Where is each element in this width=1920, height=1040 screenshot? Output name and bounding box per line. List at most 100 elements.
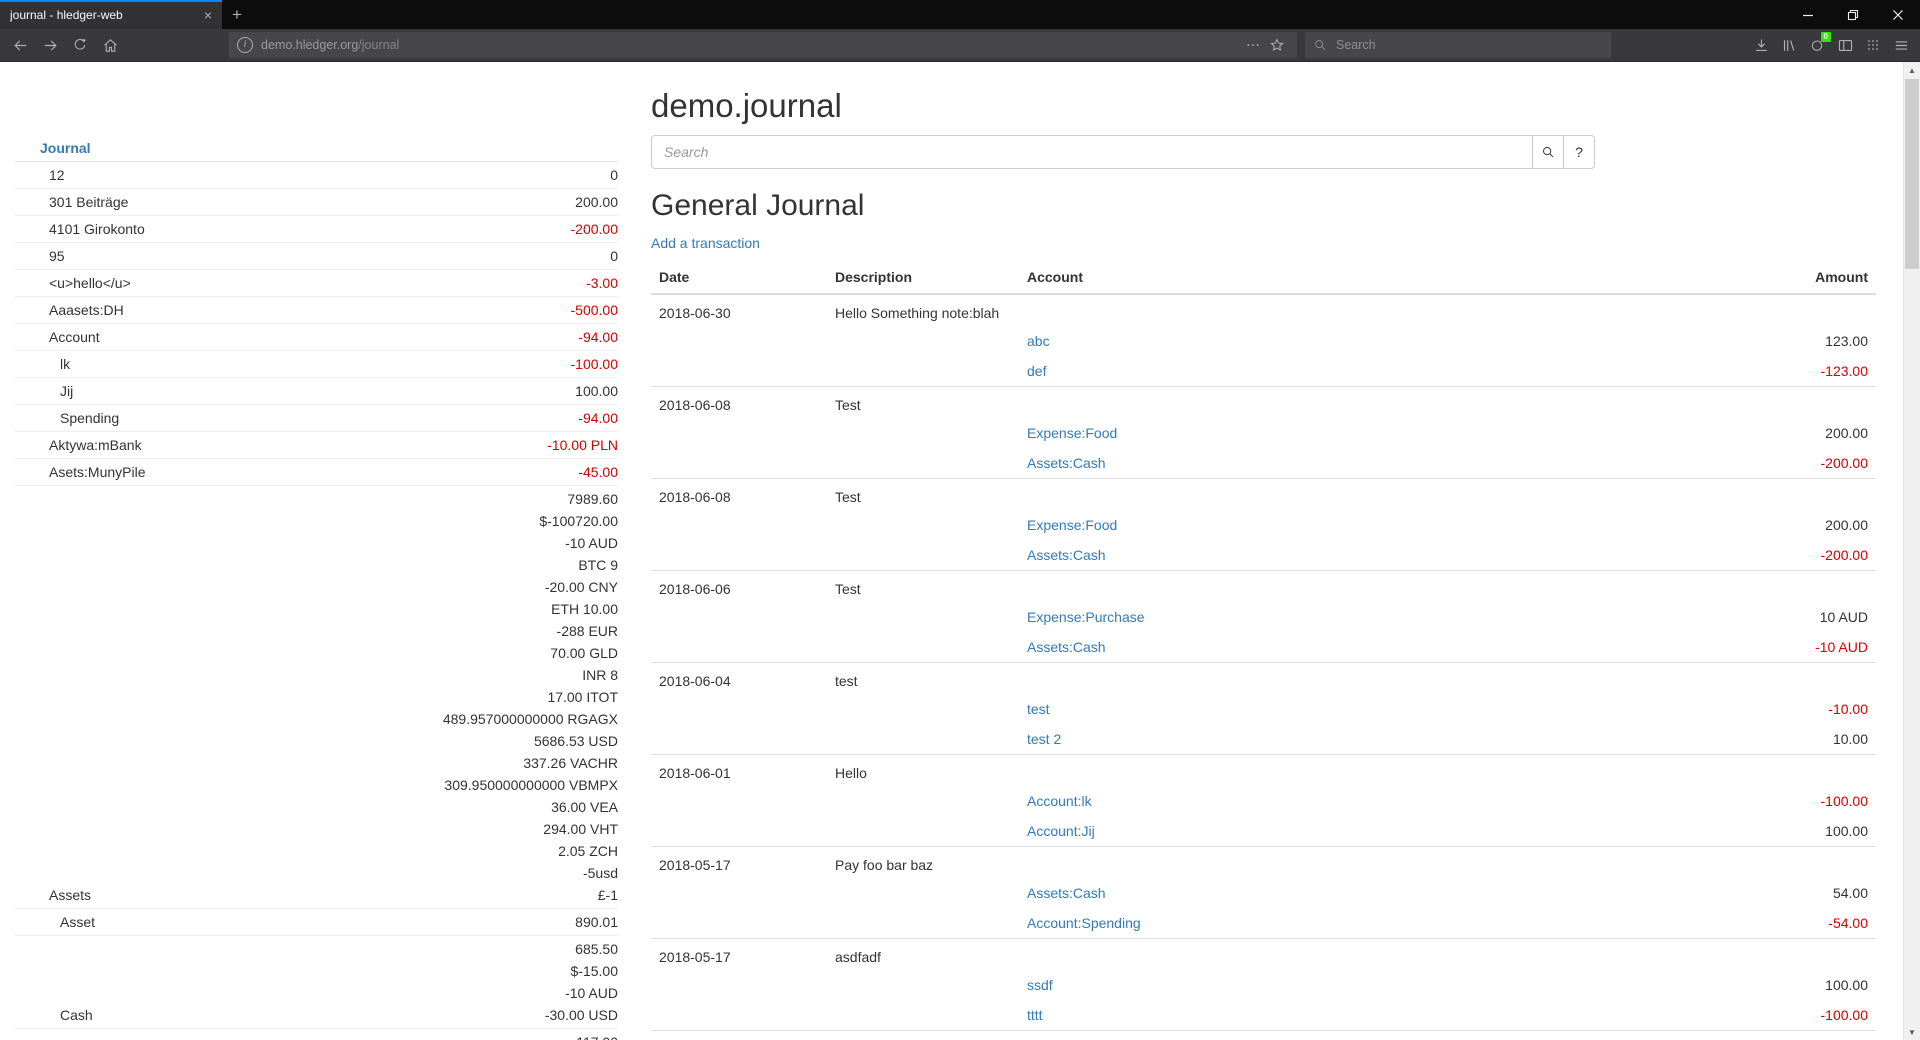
transaction[interactable]: 2018-06-06TestExpense:Purchase10 AUDAsse…: [651, 570, 1876, 662]
account-link[interactable]: Assets: [15, 884, 91, 906]
scrollbar-thumb[interactable]: [1905, 79, 1919, 269]
page-scrollbar[interactable]: ▲ ▼: [1903, 62, 1920, 1040]
balance-amount: 5686.53 USD: [443, 730, 618, 752]
account-balance: -500.00: [571, 299, 618, 321]
posting-account-link[interactable]: Expense:Purchase: [1027, 609, 1145, 625]
spacer: [1656, 855, 1876, 875]
extension-icon[interactable]: 0: [1803, 31, 1831, 59]
page-actions-icon[interactable]: [1241, 33, 1265, 57]
browser-search-bar[interactable]: [1305, 32, 1611, 58]
balance-amount: -45.00: [578, 461, 618, 483]
transaction[interactable]: 2018-05-17Test: [651, 1030, 1876, 1040]
transaction[interactable]: 2018-05-17Pay foo bar bazAssets:Cash54.0…: [651, 846, 1876, 938]
register-table: Date Description Account Amount 2018-06-…: [651, 261, 1876, 1040]
account-link[interactable]: 95: [15, 245, 65, 267]
posting-amount: 100.00: [1656, 975, 1876, 995]
posting-account-link[interactable]: Assets:Cash: [1027, 639, 1106, 655]
account-link[interactable]: Spending: [15, 407, 119, 429]
download-icon[interactable]: [1747, 31, 1775, 59]
posting-account-link[interactable]: ssdf: [1027, 977, 1053, 993]
forward-button[interactable]: [36, 31, 64, 59]
account-link[interactable]: Aktywa:mBank: [15, 434, 142, 456]
bookmark-star-icon[interactable]: [1265, 33, 1289, 57]
minimize-button[interactable]: [1785, 0, 1830, 29]
transaction[interactable]: 2018-06-30Hello Something note:blahabc12…: [651, 295, 1876, 386]
posting-account-link[interactable]: test 2: [1027, 731, 1061, 747]
add-transaction-link[interactable]: Add a transaction: [651, 235, 760, 251]
spacer: [827, 729, 1019, 749]
toolbar-icon-cluster: 0: [1747, 31, 1915, 59]
transaction-title-row: 2018-06-01Hello: [651, 755, 1876, 786]
library-icon[interactable]: [1775, 31, 1803, 59]
account-balance: 685.50$-15.00-10 AUD-30.00 USD: [545, 938, 618, 1026]
posting-account-link[interactable]: Assets:Cash: [1027, 885, 1106, 901]
tab-close-icon[interactable]: ×: [200, 8, 216, 22]
close-button[interactable]: [1875, 0, 1920, 29]
scrollbar-down-arrow[interactable]: ▼: [1904, 1024, 1920, 1040]
account-link[interactable]: Account: [15, 326, 100, 348]
posting-amount: 100.00: [1656, 821, 1876, 841]
posting-account-cell: Expense:Food: [1019, 423, 1656, 443]
account-link[interactable]: 12: [15, 164, 65, 186]
posting-account-link[interactable]: def: [1027, 363, 1046, 379]
balance-amount: -10 AUD: [443, 532, 618, 554]
column-header-account: Account: [1019, 267, 1656, 287]
account-link[interactable]: Aaasets:DH: [15, 299, 124, 321]
sidebar-journal-link[interactable]: Journal: [15, 137, 91, 159]
posting-account-link[interactable]: Expense:Food: [1027, 517, 1117, 533]
posting-account-link[interactable]: test: [1027, 701, 1050, 717]
posting-account-link[interactable]: tttt: [1027, 1007, 1043, 1023]
spacer: [1019, 671, 1656, 691]
balance-amount: $-15.00: [545, 960, 618, 982]
home-button[interactable]: [96, 31, 124, 59]
account-link[interactable]: lk: [15, 353, 70, 375]
posting-account-link[interactable]: Account:Spending: [1027, 915, 1141, 931]
account-link[interactable]: <u>hello</u>: [15, 272, 131, 294]
transaction[interactable]: 2018-06-08TestExpense:Food200.00Assets:C…: [651, 386, 1876, 478]
spacer: [1656, 303, 1876, 323]
browser-search-input[interactable]: [1334, 37, 1603, 53]
transaction[interactable]: 2018-06-04testtest-10.00test 210.00: [651, 662, 1876, 754]
transaction[interactable]: 2018-05-17asdfadfssdf100.00tttt-100.00: [651, 938, 1876, 1030]
search-help-button[interactable]: ?: [1563, 135, 1595, 169]
posting-account-link[interactable]: Assets:Cash: [1027, 455, 1106, 471]
account-link[interactable]: 4101 Girokonto: [15, 218, 145, 240]
account-balance: 7989.60$-100720.00-10 AUDBTC 9-20.00 CNY…: [443, 488, 618, 906]
account-link[interactable]: Asets:MunyPile: [15, 461, 145, 483]
apps-grid-icon[interactable]: [1859, 31, 1887, 59]
spacer: [827, 699, 1019, 719]
url-bar[interactable]: i demo.hledger.org/journal: [229, 32, 1297, 58]
account-link[interactable]: 301 Beiträge: [15, 191, 128, 213]
posting-account-link[interactable]: Account:Jij: [1027, 823, 1095, 839]
menu-hamburger-icon[interactable]: [1887, 31, 1915, 59]
restore-button[interactable]: [1830, 0, 1875, 29]
balance-amount: $-100720.00: [443, 510, 618, 532]
transaction[interactable]: 2018-06-08TestExpense:Food200.00Assets:C…: [651, 478, 1876, 570]
sidebar-toggle-icon[interactable]: [1831, 31, 1859, 59]
journal-search-button[interactable]: [1532, 135, 1564, 169]
account-link[interactable]: Jij: [15, 380, 73, 402]
balance-amount: 70.00 GLD: [443, 642, 618, 664]
browser-tab[interactable]: journal - hledger-web ×: [0, 0, 222, 29]
posting-account-link[interactable]: Assets:Cash: [1027, 547, 1106, 563]
transaction[interactable]: 2018-06-01HelloAccount:lk-100.00Account:…: [651, 754, 1876, 846]
back-button[interactable]: [6, 31, 34, 59]
posting-account-link[interactable]: Account:lk: [1027, 793, 1092, 809]
balance-amount: -94.00: [578, 326, 618, 348]
posting-account-link[interactable]: Expense:Food: [1027, 425, 1117, 441]
account-link[interactable]: Cash: [15, 1004, 93, 1026]
reload-button[interactable]: [66, 31, 94, 59]
journal-search-input[interactable]: [651, 135, 1533, 169]
posting-account-link[interactable]: abc: [1027, 333, 1050, 349]
new-tab-button[interactable]: +: [222, 0, 252, 29]
balance-amount: 2.05 ZCH: [443, 840, 618, 862]
spacer: [1019, 303, 1656, 323]
spacer: [1656, 487, 1876, 507]
account-balance: 0: [610, 245, 618, 267]
site-info-icon[interactable]: i: [237, 37, 253, 53]
spacer: [651, 637, 827, 657]
url-text[interactable]: demo.hledger.org/journal: [261, 38, 1241, 52]
account-link[interactable]: Asset: [15, 911, 95, 933]
scrollbar-up-arrow[interactable]: ▲: [1904, 62, 1920, 78]
page-title: demo.journal: [651, 87, 1876, 125]
